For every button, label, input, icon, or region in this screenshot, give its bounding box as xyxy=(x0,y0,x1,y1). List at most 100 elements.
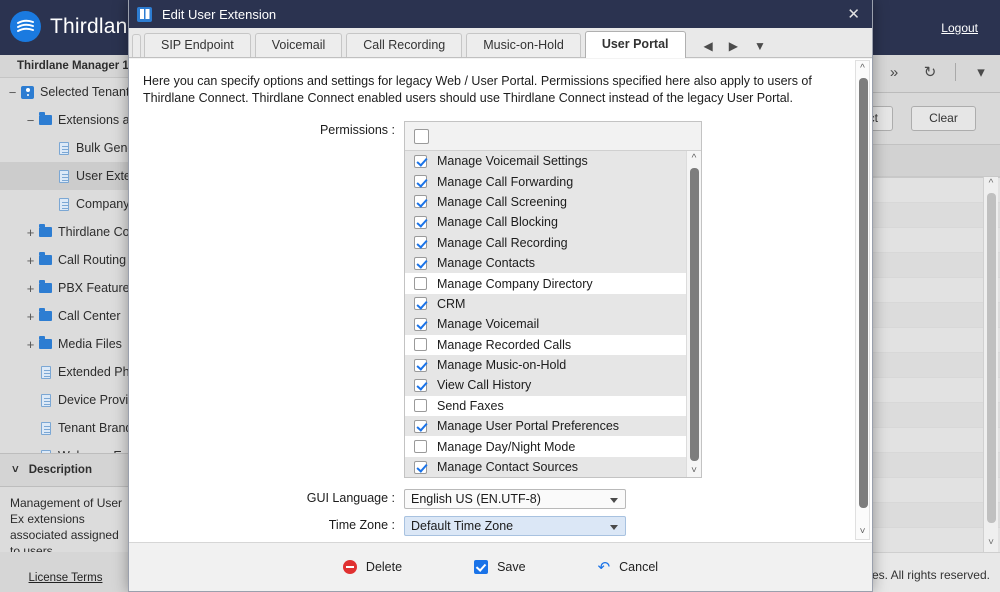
close-icon[interactable]: ✕ xyxy=(843,7,864,22)
permission-label: Manage Music-on-Hold xyxy=(437,358,566,372)
permission-row[interactable]: Manage Day/Night Mode xyxy=(405,436,686,456)
sidebar-item-extensions-and[interactable]: −Extensions and xyxy=(0,106,131,134)
sidebar-item-bulk-genera[interactable]: Bulk Genera xyxy=(0,134,131,162)
chevron-down-icon[interactable]: ▾ xyxy=(970,63,992,81)
delete-button[interactable]: Delete xyxy=(343,560,402,574)
sidebar-item-user-extens[interactable]: User Extens xyxy=(0,162,131,190)
triangle-left-icon[interactable]: ◀ xyxy=(704,39,713,53)
tab-call-recording[interactable]: Call Recording xyxy=(346,33,462,57)
sidebar-item-pbx-features[interactable]: + PBX Features xyxy=(0,274,131,302)
sidebar-item-tenant-brand[interactable]: Tenant Brand xyxy=(0,414,131,442)
permission-checkbox[interactable] xyxy=(414,155,427,168)
permission-row[interactable]: Manage Call Forwarding xyxy=(405,171,686,191)
tab-user-portal[interactable]: User Portal xyxy=(585,31,686,58)
permission-row[interactable]: View Call History xyxy=(405,375,686,395)
tab-music-on-hold[interactable]: Music-on-Hold xyxy=(466,33,581,57)
tab-voicemail[interactable]: Voicemail xyxy=(255,33,343,57)
permission-row[interactable]: Send Faxes xyxy=(405,396,686,416)
permission-checkbox[interactable] xyxy=(414,257,427,270)
scroll-thumb[interactable] xyxy=(690,168,699,461)
permission-label: Manage Voicemail xyxy=(437,317,539,331)
refresh-icon[interactable]: ↻ xyxy=(919,63,941,81)
sidebar-item-company[interactable]: Company xyxy=(0,190,131,218)
permission-checkbox[interactable] xyxy=(414,379,427,392)
gui-language-select[interactable]: English US (EN.UTF-8) xyxy=(404,489,626,509)
select-all-checkbox[interactable] xyxy=(414,129,429,144)
permission-checkbox[interactable] xyxy=(414,338,427,351)
expand-icon[interactable]: + xyxy=(24,337,37,352)
folder-icon xyxy=(37,255,54,265)
chevron-down-icon[interactable]: ˅ xyxy=(984,536,998,550)
permission-checkbox[interactable] xyxy=(414,195,427,208)
tab-sip-endpoint[interactable]: SIP Endpoint xyxy=(144,33,251,57)
clear-button[interactable]: Clear xyxy=(911,106,976,131)
permission-row[interactable]: Manage Call Recording xyxy=(405,233,686,253)
gui-language-row: GUI Language : English US (EN.UTF-8) xyxy=(129,489,872,509)
scroll-thumb[interactable] xyxy=(859,78,868,508)
cancel-button[interactable]: ↶ Cancel xyxy=(598,560,659,575)
logout-link[interactable]: Logout xyxy=(941,21,978,35)
permission-row[interactable]: Manage Contact Sources xyxy=(405,457,686,477)
scroll-thumb[interactable] xyxy=(987,193,996,523)
save-check-icon xyxy=(474,560,488,574)
permission-checkbox[interactable] xyxy=(414,216,427,229)
permission-checkbox[interactable] xyxy=(414,440,427,453)
sidebar-item-media-files[interactable]: +Media Files xyxy=(0,330,131,358)
chevron-up-icon[interactable]: ^ xyxy=(984,177,998,191)
permission-label: Manage Call Blocking xyxy=(437,215,558,229)
collapse-icon[interactable]: − xyxy=(24,113,37,128)
folder-icon xyxy=(37,227,54,237)
sidebar-item-label: PBX Features xyxy=(58,281,132,295)
permission-checkbox[interactable] xyxy=(414,236,427,249)
permission-checkbox[interactable] xyxy=(414,175,427,188)
permission-row[interactable]: Manage Recorded Calls xyxy=(405,335,686,355)
tab-scroll-stub xyxy=(132,34,141,57)
permission-row[interactable]: Manage Music-on-Hold xyxy=(405,355,686,375)
permissions-select-all-row[interactable] xyxy=(405,122,701,150)
chevron-up-icon[interactable]: ^ xyxy=(856,61,869,76)
delete-button-label: Delete xyxy=(366,560,402,574)
permission-row[interactable]: CRM xyxy=(405,294,686,314)
sidebar-item-call-center[interactable]: +Call Center xyxy=(0,302,131,330)
expand-icon[interactable]: + xyxy=(24,281,37,296)
sidebar-item-selected-tenant-pa[interactable]: −Selected Tenant Pa xyxy=(0,78,131,106)
sidebar-item-device-provisi[interactable]: Device Provisi xyxy=(0,386,131,414)
time-zone-select[interactable]: Default Time Zone xyxy=(404,516,626,536)
sidebar-item-call-routing[interactable]: +Call Routing xyxy=(0,246,131,274)
sidebar-item-thirdlane-conn[interactable]: +Thirdlane Conn xyxy=(0,218,131,246)
collapse-icon[interactable]: − xyxy=(6,85,19,100)
dialog-scrollbar[interactable]: ^ ˅ xyxy=(855,60,870,540)
permission-row[interactable]: Manage Call Screening xyxy=(405,192,686,212)
permission-checkbox[interactable] xyxy=(414,359,427,372)
permission-checkbox[interactable] xyxy=(414,318,427,331)
expand-icon[interactable]: + xyxy=(24,309,37,324)
permission-row[interactable]: Manage Contacts xyxy=(405,253,686,273)
time-zone-row: Time Zone : Default Time Zone xyxy=(129,516,872,536)
permission-row[interactable]: Manage Company Directory xyxy=(405,273,686,293)
permission-checkbox[interactable] xyxy=(414,461,427,474)
permission-row[interactable]: Manage Voicemail xyxy=(405,314,686,334)
sidebar-item-extended-pho[interactable]: Extended Pho xyxy=(0,358,131,386)
license-terms-link[interactable]: License Terms xyxy=(0,572,131,584)
permission-checkbox[interactable] xyxy=(414,420,427,433)
chevron-up-icon[interactable]: ^ xyxy=(687,151,701,166)
chevron-down-icon[interactable]: ˅ xyxy=(856,524,869,539)
app-grid-scrollbar[interactable]: ^ ˅ xyxy=(983,177,998,552)
permission-label: Manage Call Forwarding xyxy=(437,175,573,189)
permission-row[interactable]: Manage Voicemail Settings xyxy=(405,151,686,171)
save-button[interactable]: Save xyxy=(474,560,526,574)
permissions-scrollbar[interactable]: ^ ˅ xyxy=(686,151,701,477)
permission-row[interactable]: Manage User Portal Preferences xyxy=(405,416,686,436)
expand-icon[interactable]: + xyxy=(24,225,37,240)
permission-checkbox[interactable] xyxy=(414,297,427,310)
triangle-right-icon[interactable]: ▶ xyxy=(729,39,738,53)
file-icon xyxy=(37,394,54,407)
double-chevron-right-icon[interactable]: » xyxy=(883,64,905,81)
permission-checkbox[interactable] xyxy=(414,399,427,412)
permission-checkbox[interactable] xyxy=(414,277,427,290)
triangle-down-icon[interactable]: ▼ xyxy=(754,39,766,53)
expand-icon[interactable]: + xyxy=(24,253,37,268)
description-header[interactable]: ˅ Description xyxy=(0,453,131,487)
permission-row[interactable]: Manage Call Blocking xyxy=(405,212,686,232)
chevron-down-icon[interactable]: ˅ xyxy=(687,463,701,477)
